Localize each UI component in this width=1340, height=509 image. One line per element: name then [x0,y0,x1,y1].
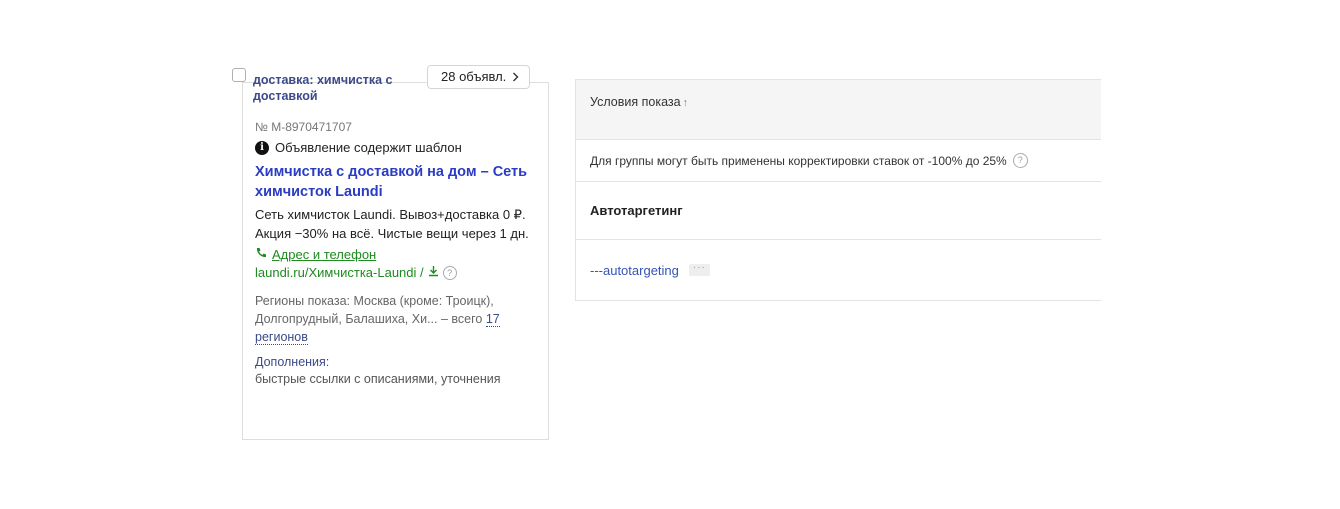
autotargeting-link[interactable]: ---autotargeting [590,263,679,278]
regions-text: Регионы показа: Москва (кроме: Троицк), … [255,294,494,326]
conditions-header: Условия показа ↑ [576,80,1101,140]
ad-template-text: Объявление содержит шаблон [275,140,462,155]
ad-headline[interactable]: Химчистка с доставкой на дом – Сеть химч… [255,162,540,202]
extras-text: быстрые ссылки с описаниями, уточнения [255,372,501,386]
bid-adjustment-note: Для группы могут быть применены корректи… [576,140,1101,182]
ad-template-notice: i Объявление содержит шаблон [255,139,540,156]
ad-content: № М-8970471707 i Объявление содержит шаб… [255,119,540,388]
info-icon: i [255,140,269,155]
help-icon[interactable]: ? [442,266,457,280]
download-icon[interactable] [428,264,439,282]
help-icon[interactable]: ? [1012,153,1028,168]
ad-group-title[interactable]: доставка: химчистка с доставкой [253,72,425,104]
ad-group-checkbox[interactable] [232,68,246,82]
phone-icon [255,246,267,264]
display-url-link[interactable]: laundi.ru/Химчистка-Laundi / [255,264,424,282]
sort-arrow-icon[interactable]: ↑ [683,97,689,109]
stage: № М-8970471707 i Объявление содержит шаб… [0,0,1340,509]
more-options-button[interactable]: ··· [688,263,710,276]
ad-display-url: laundi.ru/Химчистка-Laundi / ? [255,264,540,282]
ads-count-button[interactable]: 28 объявл. [427,65,531,89]
ad-address: Адрес и телефон [255,246,540,264]
bid-adjustment-text: Для группы могут быть применены корректи… [590,153,1007,168]
ad-text: Сеть химчисток Laundi. Вывоз+доставка 0 … [255,207,529,241]
conditions-header-label[interactable]: Условия показа [590,95,681,109]
ads-count-label: 28 объявл. [441,69,507,84]
autotargeting-row: ---autotargeting ··· [576,240,1101,300]
extras-label: Дополнения: [255,355,330,369]
conditions-panel: Условия показа ↑ Для группы могут быть пр… [575,79,1101,301]
autotargeting-title: Автотаргетинг [576,182,1101,240]
ad-number: № М-8970471707 [255,120,352,134]
chevron-right-icon [512,72,519,82]
ad-card: № М-8970471707 i Объявление содержит шаб… [242,82,549,440]
ad-regions: Регионы показа: Москва (кроме: Троицк), … [255,292,540,346]
address-phone-link[interactable]: Адрес и телефон [272,246,376,264]
